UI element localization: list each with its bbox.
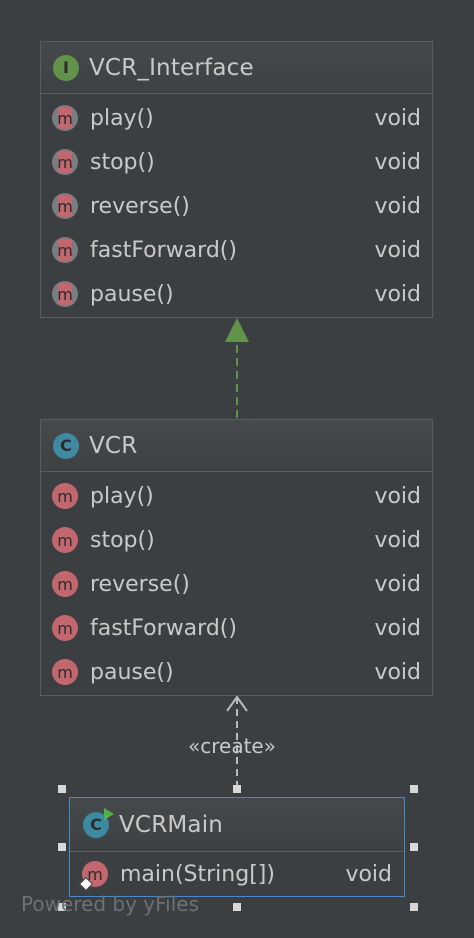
method-icon-letter: m — [57, 618, 73, 638]
method-row[interactable]: m fastForward() void — [41, 228, 432, 272]
method-name: stop() — [90, 527, 155, 553]
method-name: play() — [90, 483, 154, 509]
method-return-type: void — [374, 615, 421, 641]
method-name: stop() — [90, 149, 155, 175]
method-row[interactable]: m stop() void — [41, 518, 432, 562]
static-method-icon: m — [78, 861, 108, 892]
method-row[interactable]: m reverse() void — [41, 562, 432, 606]
method-return-type: void — [345, 861, 392, 887]
method-icon-letter: m — [57, 283, 73, 305]
method-icon-letter: m — [57, 239, 73, 261]
method-row[interactable]: m pause() void — [41, 650, 432, 694]
yfiles-watermark: Powered by yFiles — [21, 892, 199, 916]
resize-handle[interactable] — [58, 843, 66, 851]
resize-handle[interactable] — [410, 903, 418, 911]
class-icon-letter: C — [60, 436, 72, 455]
method-icon-letter: m — [57, 151, 73, 173]
method-name: play() — [90, 105, 154, 131]
method-row[interactable]: m main(String[]) void — [70, 852, 404, 896]
method-row[interactable]: m play() void — [41, 96, 432, 140]
class-header[interactable]: C VCR — [41, 420, 432, 472]
class-name: VCRMain — [119, 811, 224, 838]
class-header[interactable]: I VCR_Interface — [41, 42, 432, 94]
method-name: fastForward() — [90, 237, 237, 263]
method-return-type: void — [374, 483, 421, 509]
realization-arrowhead — [225, 318, 249, 342]
method-return-type: void — [374, 571, 421, 597]
class-box-vcr-interface[interactable]: I VCR_Interface m play() void m stop() v… — [40, 41, 433, 318]
method-icon-letter: m — [57, 486, 73, 506]
abstract-method-icon: m — [52, 281, 78, 307]
method-icon: m — [52, 571, 78, 597]
method-name: reverse() — [90, 571, 190, 597]
resize-handle[interactable] — [58, 785, 66, 793]
interface-icon: I — [53, 54, 79, 81]
class-name: VCR — [89, 432, 138, 459]
method-name: fastForward() — [90, 615, 237, 641]
resize-handle[interactable] — [233, 903, 241, 911]
method-return-type: void — [374, 105, 421, 131]
method-row[interactable]: m stop() void — [41, 140, 432, 184]
resize-handle[interactable] — [410, 843, 418, 851]
method-icon: m — [52, 483, 78, 509]
method-name: reverse() — [90, 193, 190, 219]
method-return-type: void — [374, 237, 421, 263]
class-icon-letter: C — [90, 815, 102, 834]
method-icon-letter: m — [57, 574, 73, 594]
method-name: pause() — [90, 281, 174, 307]
abstract-method-icon: m — [52, 149, 78, 175]
method-icon-letter: m — [57, 195, 73, 217]
class-box-vcrmain[interactable]: C VCRMain m main(String[]) void — [69, 797, 405, 897]
resize-handle[interactable] — [233, 785, 241, 793]
class-icon: C — [53, 432, 79, 459]
abstract-method-icon: m — [52, 193, 78, 219]
method-name: pause() — [90, 659, 174, 685]
method-return-type: void — [374, 149, 421, 175]
run-badge-icon — [104, 807, 114, 820]
method-row[interactable]: m fastForward() void — [41, 606, 432, 650]
method-return-type: void — [374, 659, 421, 685]
method-row[interactable]: m play() void — [41, 474, 432, 518]
method-icon-letter: m — [57, 107, 73, 129]
method-return-type: void — [374, 281, 421, 307]
method-row[interactable]: m pause() void — [41, 272, 432, 316]
method-icon: m — [52, 659, 78, 685]
interface-icon-letter: I — [63, 58, 69, 77]
class-name: VCR_Interface — [89, 54, 254, 81]
method-icon: m — [52, 615, 78, 641]
method-return-type: void — [374, 193, 421, 219]
method-row[interactable]: m reverse() void — [41, 184, 432, 228]
method-name: main(String[]) — [120, 861, 275, 887]
method-icon-letter: m — [57, 662, 73, 682]
method-return-type: void — [374, 527, 421, 553]
class-header[interactable]: C VCRMain — [70, 798, 404, 852]
abstract-method-icon: m — [52, 237, 78, 263]
abstract-method-icon: m — [52, 105, 78, 131]
create-stereotype-label: «create» — [188, 734, 276, 758]
resize-handle[interactable] — [410, 785, 418, 793]
method-icon-letter: m — [57, 530, 73, 550]
class-box-vcr[interactable]: C VCR m play() void m stop() void m reve… — [40, 419, 433, 696]
method-icon: m — [52, 527, 78, 553]
runnable-class-icon: C — [83, 807, 114, 838]
